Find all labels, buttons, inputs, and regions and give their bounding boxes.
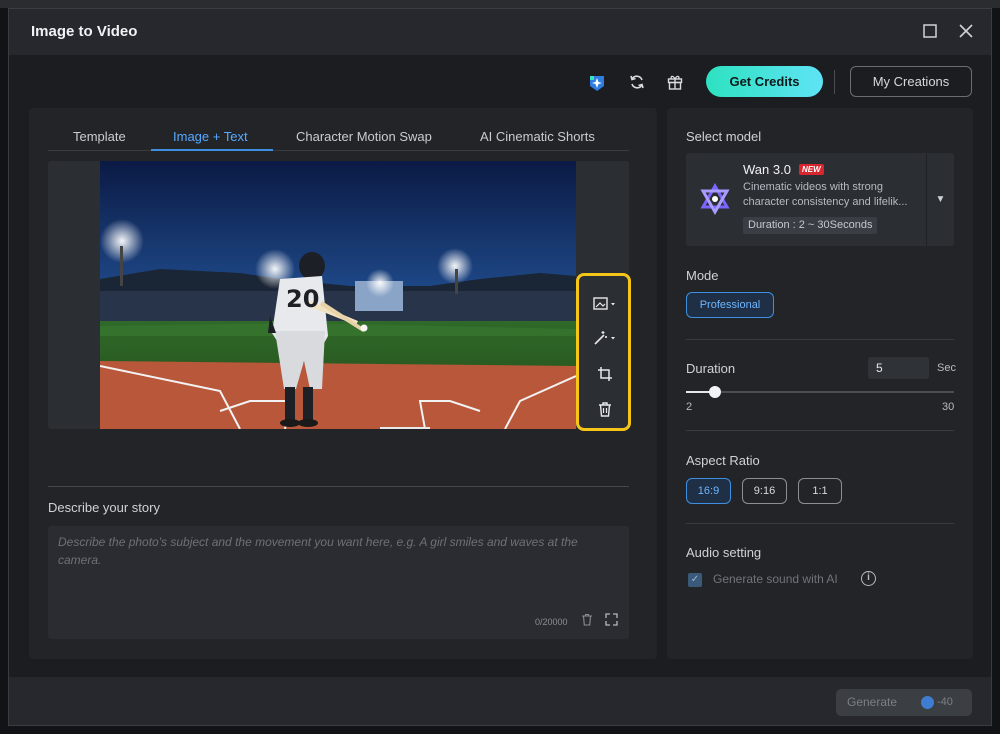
duration-max: 30 [942,401,955,413]
chevron-down-icon[interactable]: ▼ [926,153,954,246]
uploaded-photo: 20 [100,161,576,429]
generate-label: Generate [847,695,898,709]
window-title: Image to Video [31,23,138,40]
crop-icon[interactable] [591,365,619,389]
jersey-number: 20 [286,285,320,313]
image-to-video-dialog: Image to Video Get Credits My Creations … [8,8,992,726]
aspect-1-1-button[interactable]: 1:1 [798,478,842,504]
aspect-9-16-button[interactable]: 9:16 [742,478,787,504]
generate-sound-label: Generate sound with AI [713,572,838,586]
model-description: Cinematic videos with strong character c… [743,181,908,208]
section-divider [686,523,954,524]
info-icon[interactable]: i [861,571,876,586]
maximize-icon[interactable] [921,23,939,41]
tab-ai-cinematic-shorts[interactable]: AI Cinematic Shorts [480,129,595,144]
story-divider [48,486,629,487]
aspect-ratio-label: Aspect Ratio [686,453,760,468]
model-duration-chip: Duration : 2 ~ 30Seconds [743,217,878,234]
wan-logo-icon [699,182,731,216]
duration-label: Duration [686,361,736,376]
section-divider [686,339,954,340]
trash-icon[interactable] [591,400,619,424]
topbar-divider [834,70,835,94]
model-selector[interactable]: Wan 3.0 NEW Cinematic videos with strong… [686,153,954,246]
refresh-icon[interactable] [627,73,647,93]
new-badge: NEW [799,164,824,175]
clear-text-icon[interactable] [581,613,593,629]
expand-icon[interactable] [605,613,618,629]
story-label: Describe your story [48,500,160,515]
replace-image-icon[interactable] [591,295,619,319]
model-name: Wan 3.0 [743,162,791,177]
generate-cost: -40 [937,696,953,708]
tab-template[interactable]: Template [73,129,126,144]
section-divider [686,430,954,431]
close-icon[interactable] [957,23,975,41]
duration-slider-thumb[interactable] [708,386,721,398]
get-credits-button[interactable]: Get Credits [706,66,823,97]
tab-image-text[interactable]: Image + Text [173,129,248,144]
aspect-16-9-button[interactable]: 16:9 [686,478,731,504]
mode-label: Mode [686,268,719,283]
ai-badge-icon[interactable] [587,73,607,93]
tab-baseline [48,150,629,151]
character-counter: 0/20000 [535,617,568,627]
duration-input[interactable]: 5 [868,357,929,379]
duration-unit: Sec [937,362,956,374]
my-creations-button[interactable]: My Creations [850,66,972,97]
image-tools-toolbar [576,273,631,431]
duration-slider-track[interactable] [686,391,954,393]
tab-character-motion-swap[interactable]: Character Motion Swap [296,129,432,144]
magic-wand-icon[interactable] [591,329,619,353]
generate-button[interactable]: Generate -40 [836,689,972,716]
story-placeholder: Describe the photo's subject and the mov… [58,535,578,567]
backdrop-toolbar [0,0,1000,8]
audio-setting-label: Audio setting [686,545,762,560]
image-preview-area: 20 [48,161,629,429]
credit-coin-icon [921,696,934,709]
mode-tabs: Template Image + Text Character Motion S… [29,129,609,151]
generate-sound-checkbox[interactable]: ✓ [688,573,702,587]
mode-professional-button[interactable]: Professional [686,292,774,318]
active-tab-indicator [151,149,273,151]
story-input[interactable]: Describe the photo's subject and the mov… [48,526,629,639]
titlebar: Image to Video [9,9,991,55]
gift-icon[interactable] [665,73,685,93]
select-model-label: Select model [686,129,762,144]
duration-min: 2 [686,401,693,413]
